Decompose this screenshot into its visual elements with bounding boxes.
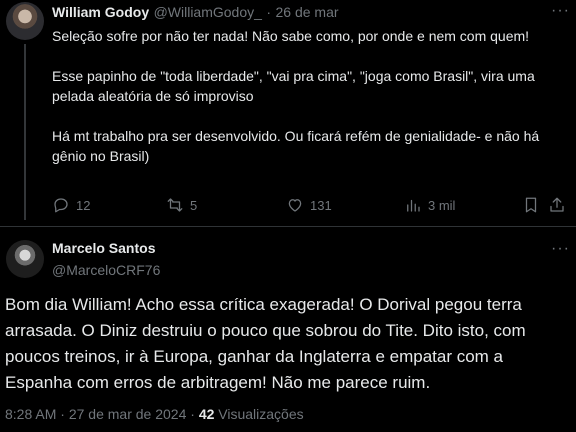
retweet-count: 5 bbox=[190, 197, 198, 213]
author-name[interactable]: William Godoy bbox=[52, 4, 149, 20]
more-options-icon[interactable]: ··· bbox=[551, 2, 570, 20]
share-button[interactable] bbox=[548, 196, 566, 214]
tweet-paragraph-1: Seleção sofre por não ter nada! Não sabe… bbox=[52, 28, 530, 44]
divider bbox=[0, 226, 576, 227]
tweet-date[interactable]: 26 de mar bbox=[276, 4, 339, 20]
william-godoy-avatar[interactable] bbox=[6, 2, 44, 40]
analytics-icon bbox=[407, 199, 420, 212]
reply-views-count: 42 bbox=[198, 406, 215, 422]
like-count: 131 bbox=[310, 197, 332, 213]
marcelo-santos-avatar[interactable] bbox=[6, 240, 44, 278]
tweet-paragraph-2: Esse papinho de "toda liberdade", "vai p… bbox=[52, 68, 535, 104]
heart-icon bbox=[288, 199, 302, 212]
author-handle[interactable]: @WilliamGodoy_ bbox=[154, 4, 262, 20]
header-separator: · bbox=[266, 4, 272, 20]
reply-icon bbox=[54, 198, 68, 213]
bookmark-icon bbox=[525, 197, 537, 213]
reply-time[interactable]: 8:28 AM bbox=[5, 406, 56, 422]
reply-button[interactable]: 12 bbox=[52, 196, 90, 214]
retweet-icon bbox=[167, 198, 183, 212]
bookmark-button[interactable] bbox=[522, 196, 540, 214]
tweet-header: William Godoy @WilliamGodoy_ · 26 de mar bbox=[52, 4, 339, 22]
reply-text: Bom dia William! Acho essa crítica exage… bbox=[5, 295, 526, 392]
tweet-text: Seleção sofre por não ter nada! Não sabe… bbox=[52, 26, 560, 166]
like-button[interactable]: 131 bbox=[286, 196, 332, 214]
share-icon bbox=[550, 197, 564, 212]
reply-count: 12 bbox=[76, 197, 91, 213]
retweet-button[interactable]: 5 bbox=[166, 196, 197, 214]
reply-date[interactable]: 27 de mar de 2024 bbox=[69, 406, 187, 422]
views-button[interactable]: 3 mil bbox=[404, 196, 455, 214]
meta-separator-2: · bbox=[190, 406, 195, 422]
reply-views-label: Visualizações bbox=[218, 406, 304, 422]
reply-author-name[interactable]: Marcelo Santos bbox=[52, 240, 155, 256]
views-count: 3 mil bbox=[428, 197, 456, 213]
tweet-paragraph-3: Há mt trabalho pra ser desenvolvido. Ou … bbox=[52, 128, 540, 164]
reply-author-handle[interactable]: @MarceloCRF76 bbox=[52, 262, 160, 278]
thread-connector-line bbox=[24, 44, 26, 220]
meta-separator-1: · bbox=[60, 406, 65, 422]
reply-metadata: 8:28 AM · 27 de mar de 2024 · 42 Visuali… bbox=[5, 406, 304, 422]
reply-more-options-icon[interactable]: ··· bbox=[551, 240, 570, 258]
